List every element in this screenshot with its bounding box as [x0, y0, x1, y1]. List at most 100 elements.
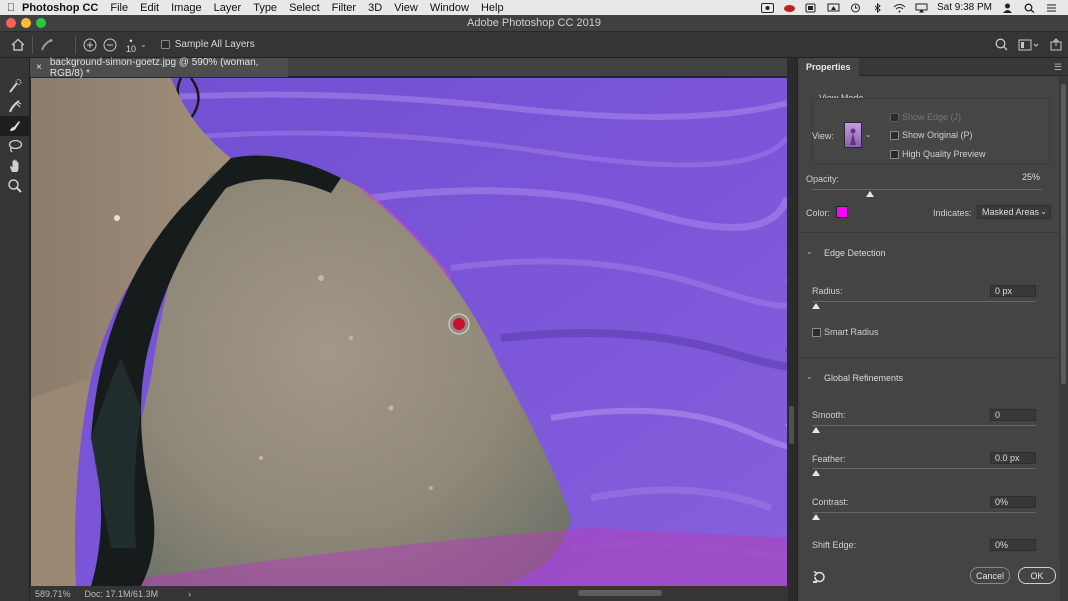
options-separator: [32, 35, 33, 54]
indicates-dropdown[interactable]: Masked Areas ⌄: [977, 205, 1051, 219]
spotlight-search-icon[interactable]: [1023, 3, 1036, 13]
feather-slider-thumb[interactable]: [812, 470, 820, 476]
menu-layer[interactable]: Layer: [214, 2, 242, 14]
sample-all-layers-option[interactable]: Sample All Layers: [160, 39, 255, 50]
zoom-level[interactable]: 589.71%: [35, 589, 71, 599]
apple-menu-icon[interactable]: : [0, 2, 22, 14]
search-icon[interactable]: [995, 38, 1008, 51]
window-titlebar: Adobe Photoshop CC 2019: [0, 15, 1068, 32]
opacity-slider-track[interactable]: [812, 189, 1042, 190]
opacity-slider-thumb[interactable]: [865, 191, 874, 197]
share-icon[interactable]: [1050, 38, 1062, 51]
smooth-value-field[interactable]: 0: [990, 409, 1036, 421]
document-tab-bar: × background-simon-goetz.jpg @ 590% (wom…: [30, 57, 788, 79]
sample-all-layers-checkbox[interactable]: [160, 40, 170, 49]
macos-menubar:  Photoshop CC File Edit Image Layer Typ…: [0, 0, 1068, 15]
menu-help[interactable]: Help: [481, 2, 504, 14]
canvas-horizontal-scroll-thumb[interactable]: [578, 590, 662, 596]
document-canvas[interactable]: [31, 78, 787, 586]
battery-icon[interactable]: [805, 3, 818, 13]
close-window-button[interactable]: [6, 18, 16, 28]
feather-value-field[interactable]: 0.0 px: [990, 452, 1036, 464]
properties-scrollbar[interactable]: [1059, 76, 1068, 601]
brush-tool[interactable]: [0, 116, 30, 136]
photo-image: [31, 78, 787, 586]
show-edge-checkbox[interactable]: [890, 113, 899, 122]
menu-view[interactable]: View: [394, 2, 418, 14]
menu-filter[interactable]: Filter: [332, 2, 356, 14]
app-menu[interactable]: Photoshop CC: [22, 2, 98, 14]
notification-center-icon[interactable]: [1045, 3, 1058, 13]
wifi-icon[interactable]: [893, 3, 906, 13]
smart-radius-checkbox[interactable]: [812, 328, 821, 337]
bluetooth-icon[interactable]: [871, 2, 884, 13]
shift-edge-value-field[interactable]: 0%: [990, 539, 1036, 551]
radius-value-field[interactable]: 0 px: [990, 285, 1036, 297]
menu-file[interactable]: File: [110, 2, 128, 14]
view-mode-thumbnail[interactable]: [844, 122, 862, 148]
properties-panel-header: Properties ☰: [798, 58, 1068, 76]
screen-record-icon[interactable]: [760, 2, 774, 13]
canvas-vertical-scrollbar[interactable]: [787, 58, 797, 601]
contrast-value-field[interactable]: 0%: [990, 496, 1036, 508]
minimize-window-button[interactable]: [21, 18, 31, 28]
home-icon[interactable]: [8, 35, 28, 55]
lasso-tool[interactable]: [0, 136, 30, 156]
radius-slider-thumb[interactable]: [812, 303, 820, 309]
menu-image[interactable]: Image: [171, 2, 202, 14]
menu-window[interactable]: Window: [430, 2, 469, 14]
status-menu-arrow-icon[interactable]: ›: [188, 589, 191, 599]
add-to-selection-icon[interactable]: [80, 35, 100, 55]
feather-slider-track[interactable]: [812, 468, 1036, 469]
close-tab-icon[interactable]: ×: [36, 62, 42, 73]
refine-edge-brush-tool[interactable]: [0, 96, 30, 116]
workspace-switcher-icon[interactable]: [1018, 39, 1040, 51]
properties-tab[interactable]: Properties: [798, 58, 859, 76]
edge-detection-collapse-icon[interactable]: ⌄: [806, 247, 813, 256]
opacity-value-field[interactable]: 25%: [1014, 172, 1044, 184]
hand-tool[interactable]: [0, 156, 30, 176]
high-quality-preview-checkbox[interactable]: [890, 150, 899, 159]
contrast-slider-track[interactable]: [812, 512, 1036, 513]
quick-selection-tool[interactable]: [0, 76, 30, 96]
zoom-icon: [8, 179, 22, 193]
refine-brush-preset-icon[interactable]: [37, 35, 57, 55]
zoom-tool[interactable]: [0, 176, 30, 196]
show-original-label: Show Original (P): [902, 130, 973, 140]
document-tab[interactable]: × background-simon-goetz.jpg @ 590% (wom…: [30, 57, 288, 79]
menubar-clock[interactable]: Sat 9:38 PM: [937, 2, 992, 13]
panel-menu-icon[interactable]: ☰: [1054, 62, 1062, 73]
menu-3d[interactable]: 3D: [368, 2, 382, 14]
canvas-vertical-scroll-thumb[interactable]: [789, 406, 794, 444]
menu-select[interactable]: Select: [289, 2, 320, 14]
global-refinements-title[interactable]: Global Refinements: [824, 373, 903, 383]
reset-icon[interactable]: [812, 570, 826, 584]
show-original-checkbox[interactable]: [890, 131, 899, 140]
properties-scroll-thumb[interactable]: [1061, 84, 1066, 384]
mask-color-swatch[interactable]: [836, 206, 848, 218]
ok-button[interactable]: OK: [1018, 567, 1056, 584]
global-refinements-collapse-icon[interactable]: ⌄: [806, 372, 813, 381]
subtract-from-selection-icon[interactable]: [100, 35, 120, 55]
maximize-window-button[interactable]: [36, 18, 46, 28]
menu-edit[interactable]: Edit: [140, 2, 159, 14]
contrast-slider-thumb[interactable]: [812, 514, 820, 520]
radius-slider-track[interactable]: [812, 301, 1036, 302]
cancel-button[interactable]: Cancel: [970, 567, 1010, 584]
smooth-slider-thumb[interactable]: [812, 427, 820, 433]
view-mode-dropdown-chevron-icon[interactable]: ⌄: [865, 130, 872, 139]
section-divider: [798, 232, 1060, 233]
brush-size-control[interactable]: • 10: [126, 36, 136, 53]
smooth-slider-track[interactable]: [812, 425, 1036, 426]
creative-cloud-icon[interactable]: [783, 3, 796, 13]
airplay-icon[interactable]: [915, 3, 928, 13]
menu-type[interactable]: Type: [253, 2, 277, 14]
display-icon[interactable]: [827, 3, 840, 13]
contrast-label: Contrast:: [812, 497, 849, 507]
smart-radius-label: Smart Radius: [824, 327, 879, 337]
feather-label: Feather:: [812, 454, 846, 464]
time-machine-icon[interactable]: [849, 3, 862, 13]
edge-detection-title[interactable]: Edge Detection: [824, 248, 886, 258]
user-icon[interactable]: [1001, 3, 1014, 13]
brush-size-chevron-icon[interactable]: ⌄: [140, 40, 147, 49]
